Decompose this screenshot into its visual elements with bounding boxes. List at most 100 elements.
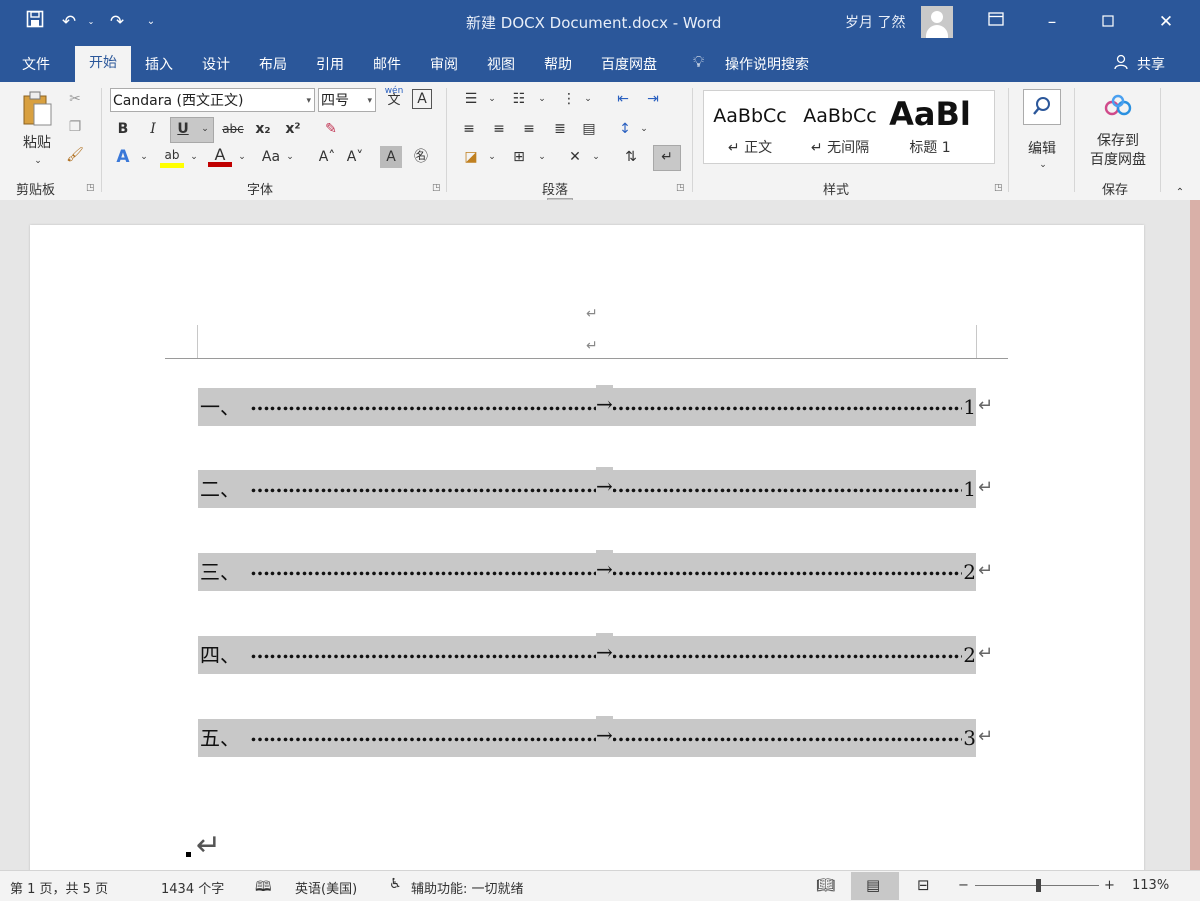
show-paragraph-marks-icon[interactable]: ↵	[656, 146, 678, 168]
clear-formatting-icon[interactable]: ✎	[320, 118, 342, 140]
clipboard-launcher-icon[interactable]: ◳	[86, 183, 95, 193]
shrink-font-button[interactable]: A˅	[344, 146, 366, 168]
sort-icon[interactable]: ⇅	[620, 146, 642, 168]
distributed-icon[interactable]: ▤	[578, 118, 600, 140]
share-icon[interactable]	[1114, 54, 1130, 74]
underline-dropdown-icon[interactable]: ⌄	[198, 118, 212, 140]
editing-dropdown-icon[interactable]: ⌄	[1036, 154, 1050, 176]
word-count[interactable]: 1434 个字	[161, 878, 224, 897]
highlight-dropdown-icon[interactable]: ⌄	[188, 146, 200, 168]
bold-button[interactable]: B	[114, 118, 132, 140]
user-name[interactable]: 岁月 了然	[845, 12, 905, 32]
accessibility-status[interactable]: 辅助功能: 一切就绪	[411, 878, 524, 897]
justify-icon[interactable]: ≣	[549, 118, 571, 140]
superscript-button[interactable]: x²	[282, 118, 304, 140]
tab-layout[interactable]: 布局	[259, 54, 287, 74]
tab-help[interactable]: 帮助	[544, 54, 572, 74]
align-right-icon[interactable]: ≡	[518, 118, 540, 140]
print-layout-icon[interactable]: ▤	[866, 876, 880, 894]
toc-entry[interactable]: 五、 ……………………………………………………………………………………………………	[198, 716, 993, 757]
zoom-slider-thumb[interactable]	[1036, 879, 1041, 892]
minimize-icon[interactable]: –	[1040, 10, 1064, 34]
lightbulb-icon[interactable]: 💡︎	[693, 52, 704, 72]
redo-icon[interactable]: ↷	[106, 10, 128, 34]
increase-indent-icon[interactable]: ⇥	[642, 88, 664, 110]
toc-entry[interactable]: 一、 ……………………………………………………………………………………………………	[198, 385, 993, 426]
multilevel-dropdown-icon[interactable]: ⌄	[582, 88, 594, 110]
style-heading-1[interactable]: AaBl 标题 1	[886, 91, 974, 161]
tab-home[interactable]: 开始	[75, 46, 131, 82]
tab-review[interactable]: 审阅	[430, 54, 458, 74]
clipboard-icon[interactable]	[20, 90, 54, 126]
document-canvas[interactable]: ↵ ↵ 一、 …………………………………………………………………………………………	[0, 200, 1200, 870]
phonetic-guide-icon[interactable]: wén 文	[382, 86, 406, 107]
decrease-indent-icon[interactable]: ⇤	[612, 88, 634, 110]
style-normal[interactable]: AaBbCc ↵ 正文	[706, 91, 794, 161]
tab-mailings[interactable]: 邮件	[373, 54, 401, 74]
style-no-spacing[interactable]: AaBbCc ↵ 无间隔	[796, 91, 884, 161]
copy-icon[interactable]: ❐	[64, 116, 86, 138]
tab-design[interactable]: 设计	[202, 54, 230, 74]
numbering-dropdown-icon[interactable]: ⌄	[536, 88, 548, 110]
font-color-dropdown-icon[interactable]: ⌄	[236, 146, 248, 168]
align-left-icon[interactable]: ≡	[458, 118, 480, 140]
font-launcher-icon[interactable]: ◳	[432, 183, 441, 193]
find-button[interactable]	[1023, 89, 1061, 125]
bullets-dropdown-icon[interactable]: ⌄	[486, 88, 498, 110]
page-count[interactable]: 第 1 页，共 5 页	[10, 878, 108, 897]
grow-font-button[interactable]: A˄	[316, 146, 338, 168]
save-icon[interactable]	[24, 10, 46, 34]
line-spacing-dropdown-icon[interactable]: ⌄	[638, 118, 650, 140]
close-icon[interactable]: ✕	[1154, 10, 1178, 34]
borders-dropdown-icon[interactable]: ⌄	[536, 146, 548, 168]
web-layout-icon[interactable]: ⊟	[917, 876, 930, 894]
change-case-dropdown-icon[interactable]: ⌄	[284, 146, 296, 168]
italic-button[interactable]: I	[144, 118, 162, 140]
tab-file[interactable]: 文件	[22, 54, 50, 74]
text-effects-icon[interactable]: A	[112, 146, 134, 168]
align-center-icon[interactable]: ≡	[488, 118, 510, 140]
text-effects-dropdown-icon[interactable]: ⌄	[138, 146, 150, 168]
font-name-field[interactable]: Candara (西文正文) ▾	[110, 88, 315, 112]
proofing-icon[interactable]: 🕮︎	[255, 876, 272, 900]
styles-launcher-icon[interactable]: ◳	[994, 183, 1003, 193]
tab-references[interactable]: 引用	[316, 54, 344, 74]
format-painter-icon[interactable]: 🖌︎	[64, 144, 86, 166]
maximize-icon[interactable]	[1096, 10, 1120, 34]
document-page[interactable]: ↵ ↵ 一、 …………………………………………………………………………………………	[30, 225, 1144, 870]
font-name-dropdown-icon[interactable]: ▾	[306, 89, 311, 113]
numbering-icon[interactable]: ☷	[508, 88, 530, 110]
undo-dropdown-icon[interactable]: ⌄	[84, 10, 98, 34]
subscript-button[interactable]: x₂	[252, 118, 274, 140]
language[interactable]: 英语(美国)	[295, 878, 357, 897]
toc-entry[interactable]: 四、 ……………………………………………………………………………………………………	[198, 633, 993, 674]
font-size-dropdown-icon[interactable]: ▾	[367, 89, 372, 113]
ribbon-display-icon[interactable]	[984, 10, 1008, 34]
undo-icon[interactable]: ↶	[58, 10, 80, 34]
paste-dropdown-icon[interactable]: ⌄	[28, 150, 48, 172]
bullets-icon[interactable]: ☰	[460, 88, 482, 110]
share-button[interactable]: 共享	[1137, 54, 1165, 74]
baidu-netdisk-icon[interactable]	[1102, 94, 1134, 123]
chinese-layout-icon[interactable]: ✕	[564, 146, 586, 168]
toc-entry[interactable]: 二、 ……………………………………………………………………………………………………	[198, 467, 993, 508]
avatar[interactable]	[921, 6, 953, 38]
chinese-layout-dropdown-icon[interactable]: ⌄	[590, 146, 602, 168]
change-case-button[interactable]: Aa	[258, 146, 284, 168]
zoom-out-button[interactable]: −	[958, 878, 969, 893]
customize-icon[interactable]: ⌄	[142, 10, 160, 34]
highlight-icon[interactable]: ab	[160, 144, 184, 168]
multilevel-list-icon[interactable]: ⋮	[558, 88, 580, 110]
font-size-field[interactable]: 四号 ▾	[318, 88, 376, 112]
font-color-icon[interactable]: A	[208, 144, 232, 167]
borders-icon[interactable]: ⊞	[508, 146, 530, 168]
line-spacing-icon[interactable]: ↕	[614, 118, 636, 140]
tab-view[interactable]: 视图	[487, 54, 515, 74]
tab-insert[interactable]: 插入	[145, 54, 173, 74]
enclose-character-icon[interactable]: ㊔	[410, 146, 432, 168]
zoom-level[interactable]: 113%	[1132, 878, 1169, 893]
shading-dropdown-icon[interactable]: ⌄	[486, 146, 498, 168]
zoom-in-button[interactable]: +	[1104, 878, 1115, 893]
character-border-icon[interactable]: A	[412, 89, 432, 109]
tell-me-search[interactable]: 操作说明搜索	[725, 54, 809, 74]
